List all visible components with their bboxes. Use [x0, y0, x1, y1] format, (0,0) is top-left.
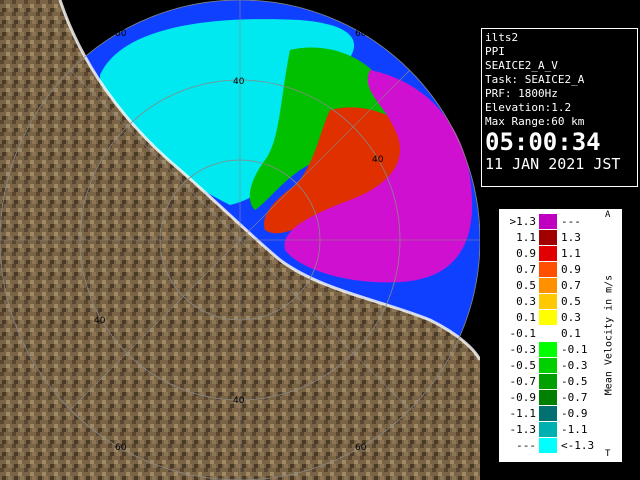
legend-row-upper-label: 0.3: [561, 311, 581, 324]
legend-color-swatch: [539, 294, 557, 309]
legend-row-upper-label: -0.7: [561, 391, 588, 404]
legend-color-swatch: [539, 262, 557, 277]
range-label: 60: [115, 443, 127, 453]
legend-color-swatch: [539, 422, 557, 437]
legend-row-upper-label: 0.7: [561, 279, 581, 292]
legend-row-lower-label: ---: [516, 439, 536, 452]
legend-row-lower-label: 0.3: [516, 295, 536, 308]
legend-row-upper-label: -0.5: [561, 375, 588, 388]
legend-row-upper-label: -0.3: [561, 359, 588, 372]
elevation-value: Elevation:1.2: [485, 101, 572, 114]
legend-row-lower-label: 0.5: [516, 279, 536, 292]
legend-color-swatch: [539, 246, 557, 261]
legend-row-lower-label: 0.1: [516, 311, 536, 324]
legend-row-lower-label: -0.7: [509, 375, 537, 388]
legend-color-swatch: [539, 214, 557, 229]
max-range-value: Max Range:60 km: [485, 115, 585, 128]
legend-row-upper-label: 1.3: [561, 231, 581, 244]
task-name: Task: SEAICE2_A: [485, 73, 585, 86]
legend-row-upper-label: 0.5: [561, 295, 581, 308]
dataset-name: SEAICE2_A_V: [485, 59, 558, 72]
legend-color-swatch: [539, 406, 557, 421]
legend-color-swatch: [539, 230, 557, 245]
legend-color-swatch: [539, 390, 557, 405]
legend-color-swatch: [539, 278, 557, 293]
prf-value: PRF: 1800Hz: [485, 87, 558, 100]
legend-row-lower-label: 1.1: [516, 231, 536, 244]
legend-row-upper-label: -1.1: [561, 423, 588, 436]
legend-top-mark: A: [605, 210, 611, 220]
legend-bottom-mark: T: [605, 449, 611, 459]
legend-row-lower-label: -1.1: [509, 407, 537, 420]
legend-row-lower-label: -1.3: [509, 423, 537, 436]
range-label: 40: [372, 155, 384, 165]
product-type: PPI: [485, 45, 505, 58]
legend-color-swatch: [539, 438, 557, 453]
range-label: 60: [355, 29, 367, 39]
range-label: 40: [94, 316, 106, 326]
legend-row-lower-label: -0.9: [509, 391, 537, 404]
radar-ppi-view: 60 40 40 40 60 40 60 60: [0, 0, 480, 480]
legend-row-lower-label: 0.9: [516, 247, 536, 260]
legend-row-upper-label: -0.9: [561, 407, 588, 420]
legend-color-swatch: [539, 342, 557, 357]
range-label: 60: [115, 29, 127, 39]
station-name: ilts2: [485, 31, 519, 44]
range-label: 40: [233, 77, 245, 87]
legend-row-upper-label: 0.1: [561, 327, 581, 340]
legend-row-lower-label: 0.7: [516, 263, 536, 276]
legend-color-swatch: [539, 326, 557, 341]
legend-title-text: Mean Velocity in m/s: [603, 274, 615, 396]
legend-row-upper-label: <-1.3: [561, 439, 595, 452]
radar-info-panel: ilts2 PPI SEAICE2_A_V Task: SEAICE2_A PR…: [481, 28, 638, 187]
legend-title: Mean Velocity in m/s: [599, 209, 619, 462]
legend-color-swatch: [539, 358, 557, 373]
legend-row-upper-label: 1.1: [561, 247, 581, 260]
legend-color-swatch: [539, 310, 557, 325]
legend-color-swatch: [539, 374, 557, 389]
legend-row-lower-label: >1.3: [509, 215, 537, 228]
legend-row-upper-label: ---: [561, 215, 581, 228]
range-label: 60: [355, 443, 367, 453]
velocity-legend: >1.3 --- 1.1 1.3 0.9 1.1 0.7 0.9 0.5 0.7 0.3 0.5 0.1…: [499, 209, 622, 462]
scan-date: 11 JAN 2021 JST: [485, 155, 621, 173]
legend-row-lower-label: -0.5: [509, 359, 537, 372]
legend-row-upper-label: 0.9: [561, 263, 581, 276]
legend-row-lower-label: -0.1: [509, 327, 537, 340]
scan-time: 05:00:34: [485, 128, 601, 156]
legend-row-upper-label: -0.1: [561, 343, 588, 356]
azimuth-lines: [0, 0, 480, 480]
range-label: 40: [233, 396, 245, 406]
legend-row-lower-label: -0.3: [509, 343, 537, 356]
